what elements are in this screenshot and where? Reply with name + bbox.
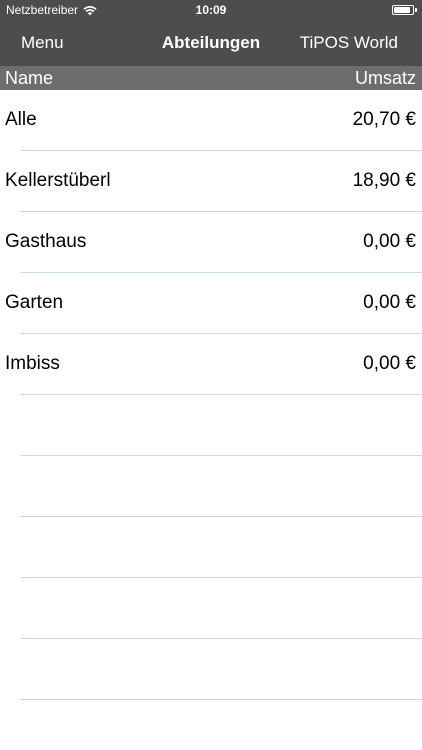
- status-bar: Netzbetreiber 10:09: [0, 0, 422, 20]
- header-revenue: Umsatz: [354, 68, 416, 88]
- department-name: Gasthaus: [5, 231, 87, 252]
- department-revenue: 0,00 €: [363, 292, 416, 313]
- department-revenue: 18,90 €: [352, 170, 416, 191]
- department-name: Garten: [5, 292, 64, 313]
- list-item[interactable]: Garten 0,00 €: [5, 273, 422, 334]
- department-revenue: 0,00 €: [363, 353, 416, 374]
- department-list: Alle 20,70 € Kellerstüberl 18,90 € Gasth…: [0, 90, 422, 700]
- battery-icon: [392, 5, 417, 15]
- empty-row: [20, 456, 422, 517]
- menu-button[interactable]: Menu: [21, 20, 64, 66]
- list-item[interactable]: Gasthaus 0,00 €: [5, 212, 422, 273]
- list-item[interactable]: Imbiss 0,00 €: [5, 334, 422, 395]
- list-item[interactable]: Kellerstüberl 18,90 €: [5, 151, 422, 212]
- department-name: Imbiss: [5, 353, 60, 374]
- column-header: Name Umsatz: [0, 66, 422, 90]
- department-name: Alle: [5, 109, 37, 130]
- department-revenue: 20,70 €: [352, 109, 416, 130]
- empty-row: [20, 578, 422, 639]
- header-name: Name: [5, 68, 54, 88]
- department-revenue: 0,00 €: [363, 231, 416, 252]
- department-name: Kellerstüberl: [5, 170, 111, 191]
- empty-row: [20, 639, 422, 700]
- empty-row: [20, 517, 422, 578]
- battery-level: [394, 7, 411, 13]
- list-item[interactable]: Alle 20,70 €: [5, 90, 422, 151]
- empty-row: [20, 395, 422, 456]
- navigation-bar: Abteilungen Menu TiPOS World: [0, 20, 422, 66]
- tipos-world-button[interactable]: TiPOS World: [300, 20, 398, 66]
- status-time: 10:09: [195, 3, 227, 17]
